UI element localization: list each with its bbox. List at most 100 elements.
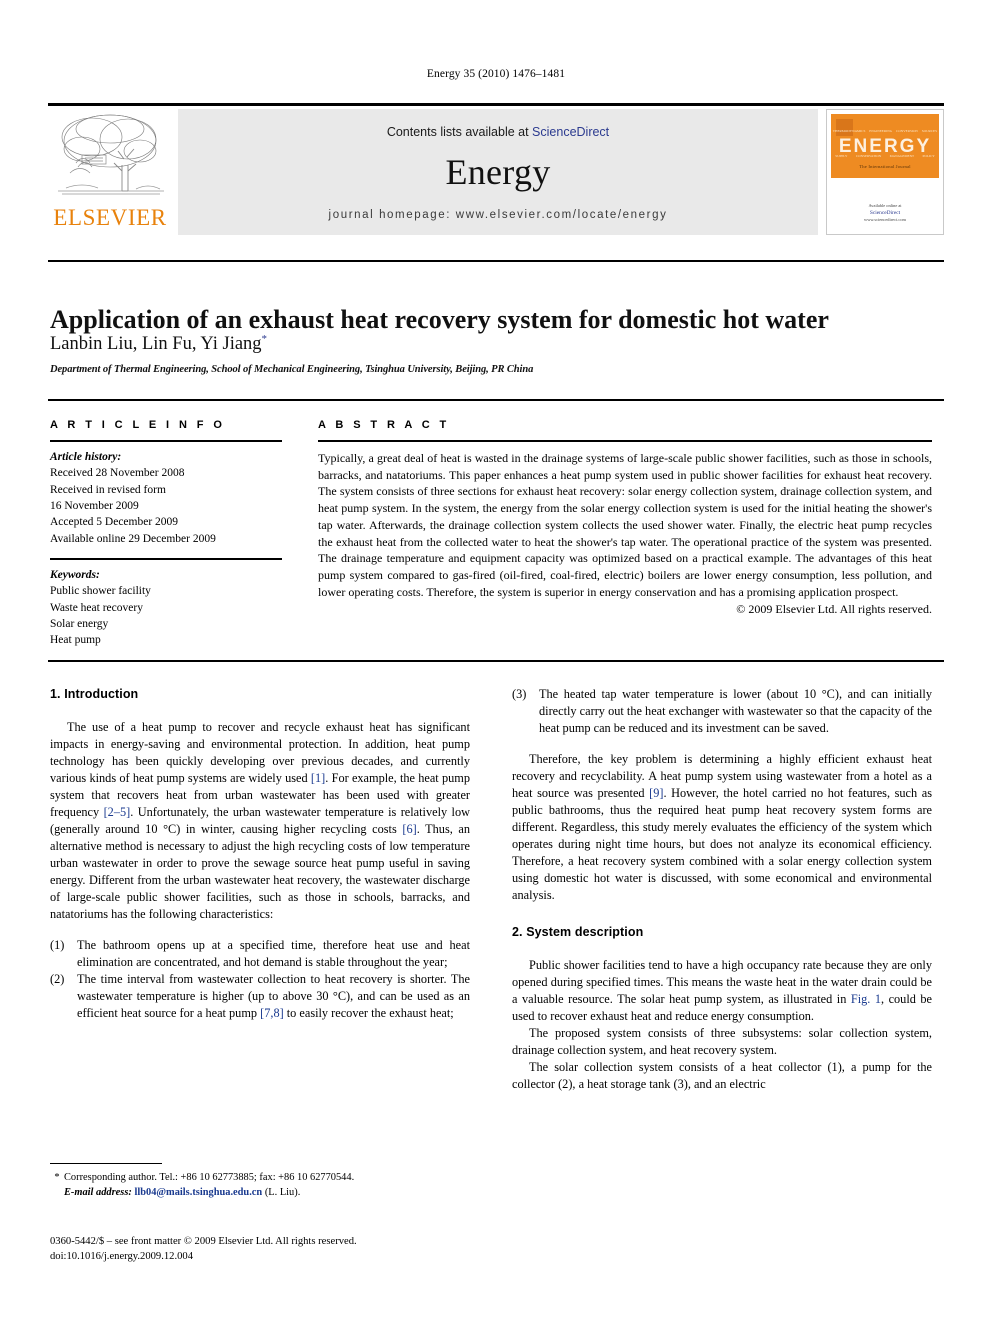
cover-keyword: POLICY bbox=[922, 154, 935, 158]
cover-elsevier-mark bbox=[836, 119, 853, 136]
imprint-block: 0360-5442/$ – see front matter © 2009 El… bbox=[50, 1234, 480, 1264]
journal-masthead: ELSEVIER Contents lists available at Sci… bbox=[48, 103, 944, 235]
list-item-text: The bathroom opens up at a specified tim… bbox=[77, 937, 470, 969]
running-head: Energy 35 (2010) 1476–1481 bbox=[426, 68, 566, 80]
citation-ref[interactable]: [7,8] bbox=[260, 1006, 284, 1020]
article-history-label: Article history: bbox=[50, 451, 122, 463]
page-title: Application of an exhaust heat recovery … bbox=[50, 305, 829, 335]
journal-cover-thumbnail: THERMODYNAMICS ENGINEERING CONVERSION SO… bbox=[826, 109, 944, 235]
keyword-item: Public shower facility bbox=[50, 585, 151, 598]
cover-bottom-keywords: SUPPLY CONSERVATION MANAGEMENT POLICY bbox=[831, 154, 939, 158]
affiliation: Department of Thermal Engineering, Schoo… bbox=[50, 364, 534, 375]
issn-copyright-line: 0360-5442/$ – see front matter © 2009 El… bbox=[50, 1236, 357, 1247]
citation-ref[interactable]: [2–5] bbox=[104, 805, 131, 819]
system-paragraph-1: Public shower facilities tend to have a … bbox=[512, 957, 932, 1025]
corresponding-author-note: * Corresponding author. Tel.: +86 10 627… bbox=[50, 1170, 470, 1185]
cover-available-online: Available online at bbox=[868, 202, 902, 208]
list-item: (3) The heated tap water temperature is … bbox=[512, 686, 932, 737]
history-item: 16 November 2009 bbox=[50, 499, 139, 512]
list-item: (1) The bathroom opens up at a specified… bbox=[50, 937, 470, 971]
cover-keyword: CONVERSION bbox=[896, 129, 918, 133]
corresponding-author-text: Corresponding author. Tel.: +86 10 62773… bbox=[64, 1172, 355, 1183]
keyword-item: Waste heat recovery bbox=[50, 601, 143, 614]
journal-article-page: Energy 35 (2010) 1476–1481 ELSEVIER Cont… bbox=[0, 0, 992, 1323]
citation-ref[interactable]: [6] bbox=[402, 822, 416, 836]
footnote-block: * Corresponding author. Tel.: +86 10 627… bbox=[50, 1163, 470, 1200]
masthead-centre-panel: Contents lists available at ScienceDirec… bbox=[178, 109, 818, 235]
email-link[interactable]: llb04@mails.tsinghua.edu.cn bbox=[134, 1187, 262, 1198]
system-paragraph-3: The solar collection system consists of … bbox=[512, 1059, 932, 1091]
elsevier-tree-icon bbox=[52, 111, 170, 201]
section-heading-introduction: 1. Introduction bbox=[50, 687, 139, 701]
section-heading-system-description: 2. System description bbox=[512, 925, 644, 940]
abstract-heading: A B S T R A C T bbox=[318, 419, 450, 431]
figure-ref[interactable]: Fig. 1 bbox=[851, 992, 881, 1006]
footnote-body: * Corresponding author. Tel.: +86 10 627… bbox=[50, 1163, 470, 1200]
info-divider bbox=[50, 440, 282, 442]
system-paragraph-2: The proposed system consists of three su… bbox=[512, 1025, 932, 1057]
list-item-text-part: to easily recover the exhaust heat; bbox=[283, 1005, 454, 1020]
abstract-text: Typically, a great deal of heat is waste… bbox=[318, 451, 932, 599]
list-item-text: The time interval from wastewater collec… bbox=[77, 971, 470, 1022]
cover-top-keywords: THERMODYNAMICS ENGINEERING CONVERSION SO… bbox=[831, 129, 939, 133]
abstract-divider bbox=[318, 440, 932, 442]
list-item-number: (1) bbox=[50, 937, 65, 952]
cover-keyword: MANAGEMENT bbox=[889, 154, 915, 158]
article-info-heading: A R T I C L E I N F O bbox=[50, 419, 226, 431]
title-top-rule bbox=[48, 260, 944, 262]
corresponding-author-marker: * bbox=[261, 333, 268, 345]
list-item: (2) The time interval from wastewater co… bbox=[50, 971, 470, 1022]
author-list: Lanbin Liu, Lin Fu, Yi Jiang* bbox=[50, 333, 930, 355]
cover-orange-band: THERMODYNAMICS ENGINEERING CONVERSION SO… bbox=[831, 114, 939, 178]
citation-ref[interactable]: [9] bbox=[649, 786, 663, 800]
article-info-column: Article history: Received 28 November 20… bbox=[50, 440, 282, 649]
list-item-number: (2) bbox=[50, 971, 65, 986]
sciencedirect-link[interactable]: ScienceDirect bbox=[532, 125, 609, 139]
keywords-label: Keywords: bbox=[50, 568, 100, 581]
info-bottom-rule bbox=[48, 660, 944, 662]
body-column-left: 1. Introduction The use of a heat pump t… bbox=[50, 686, 470, 1022]
history-item: Received in revised form bbox=[50, 483, 166, 496]
cover-sciencedirect-block: Available online at ScienceDirect www.sc… bbox=[827, 203, 943, 224]
footnote-rule bbox=[50, 1163, 162, 1164]
masthead-top-rule bbox=[48, 103, 944, 106]
intro-paragraph-2: Therefore, the key problem is determinin… bbox=[512, 751, 932, 904]
cover-keyword: SUPPLY bbox=[835, 154, 848, 158]
abstract-column: Typically, a great deal of heat is waste… bbox=[318, 440, 932, 617]
elsevier-logo: ELSEVIER bbox=[48, 109, 177, 235]
author-names: Lanbin Liu, Lin Fu, Yi Jiang bbox=[50, 334, 262, 355]
doi-line: doi:10.1016/j.energy.2009.12.004 bbox=[50, 1251, 194, 1263]
keyword-item: Solar energy bbox=[50, 617, 109, 630]
history-item: Accepted 5 December 2009 bbox=[50, 516, 179, 529]
body-column-right: (3) The heated tap water temperature is … bbox=[512, 686, 932, 1093]
email-note: E-mail address: llb04@mails.tsinghua.edu… bbox=[50, 1185, 470, 1200]
keyword-item: Heat pump bbox=[50, 634, 101, 647]
cover-keyword: THERMODYNAMICS bbox=[832, 129, 866, 133]
cover-platform-url: www.sciencedirect.com bbox=[864, 217, 906, 223]
citation-ref[interactable]: [1] bbox=[311, 771, 325, 785]
info-top-rule bbox=[48, 399, 944, 401]
contents-available-line: Contents lists available at ScienceDirec… bbox=[178, 125, 818, 139]
cover-subtitle: The International Journal bbox=[859, 164, 911, 169]
characteristics-list-continued: (3) The heated tap water temperature is … bbox=[512, 686, 932, 737]
contents-prefix: Contents lists available at bbox=[386, 125, 533, 139]
history-item: Received 28 November 2008 bbox=[50, 467, 185, 480]
intro-text: . However, the hotel carried no hot feat… bbox=[512, 786, 932, 903]
email-owner: (L. Liu). bbox=[264, 1187, 301, 1199]
elsevier-wordmark: ELSEVIER bbox=[53, 205, 167, 230]
characteristics-list: (1) The bathroom opens up at a specified… bbox=[50, 937, 470, 1022]
journal-name: Energy bbox=[445, 152, 551, 192]
email-label: E-mail address: bbox=[64, 1187, 132, 1199]
journal-homepage-line[interactable]: journal homepage: www.elsevier.com/locat… bbox=[178, 209, 818, 221]
cover-keyword: SOURCES bbox=[921, 129, 938, 133]
list-item-text: The heated tap water temperature is lowe… bbox=[539, 687, 932, 736]
cover-keyword: ENGINEERING bbox=[869, 129, 893, 133]
copyright-line: © 2009 Elsevier Ltd. All rights reserved… bbox=[736, 601, 932, 616]
intro-text: . Thus, an alternative method is necessa… bbox=[50, 822, 471, 922]
footnote-star-marker: * bbox=[54, 1172, 60, 1183]
intro-paragraph-1: The use of a heat pump to recover and re… bbox=[50, 719, 470, 923]
cover-keyword: CONSERVATION bbox=[855, 154, 882, 158]
keywords-divider bbox=[50, 557, 282, 560]
